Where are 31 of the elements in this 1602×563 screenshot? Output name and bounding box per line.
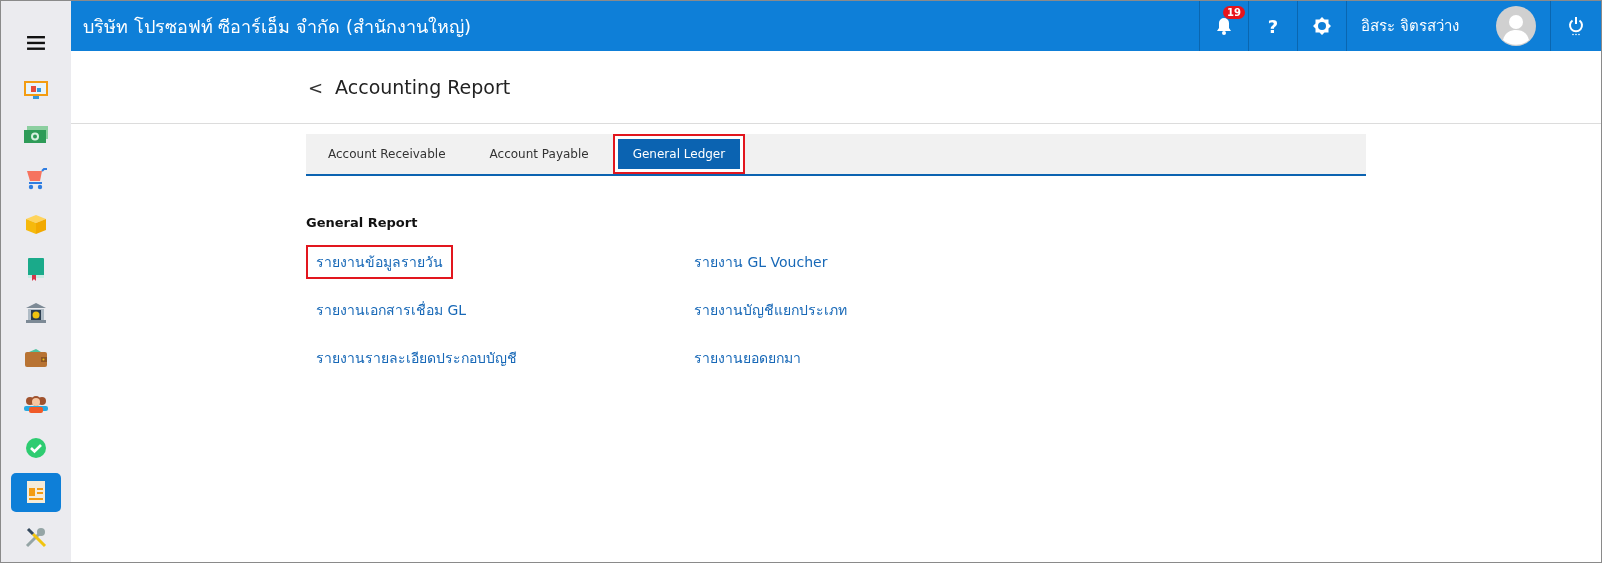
power-icon[interactable] <box>1568 16 1584 36</box>
cart-icon <box>24 168 48 191</box>
tools-icon <box>24 525 48 550</box>
report-link[interactable]: รายงานยอดยกมา <box>684 341 811 375</box>
settings-icon[interactable] <box>1312 16 1332 36</box>
menu-icon[interactable] <box>27 36 45 50</box>
avatar[interactable] <box>1496 6 1536 46</box>
notification-badge: 19 <box>1223 6 1245 19</box>
report-link[interactable]: รายงานข้อมูลรายวัน <box>306 245 453 279</box>
tab[interactable]: Account Payable <box>469 134 609 174</box>
user-name[interactable]: อิสระ จิตรสว่าง <box>1361 14 1459 38</box>
check-icon <box>25 436 47 459</box>
bank-icon <box>24 302 48 325</box>
page-title: Accounting Report <box>335 76 511 98</box>
wallet-icon <box>24 348 48 369</box>
company-name: บริษัท โปรซอฟท์ ซีอาร์เอ็ม จำกัด (สำนักงานใหญ่) <box>82 14 471 39</box>
book-icon <box>26 256 46 281</box>
report-link[interactable]: รายงาน GL Voucher <box>684 245 838 279</box>
banknote-icon <box>23 124 49 145</box>
report-link[interactable]: รายงานเอกสารเชื่อม GL <box>306 293 477 327</box>
box-icon <box>25 212 47 235</box>
back-button[interactable]: < <box>306 76 326 98</box>
report-link[interactable]: รายงานรายละเอียดประกอบบัญชี <box>306 341 527 375</box>
document-icon <box>25 480 47 505</box>
notification-icon[interactable] <box>1216 17 1232 35</box>
report-link[interactable]: รายงานบัญชีแยกประเภท <box>684 293 857 327</box>
section-title: General Report <box>306 215 418 230</box>
tab[interactable]: General Ledger <box>612 134 746 174</box>
monitor-icon <box>23 78 49 101</box>
help-button[interactable]: ? <box>1263 15 1283 37</box>
tab[interactable]: Account Receivable <box>308 134 466 174</box>
